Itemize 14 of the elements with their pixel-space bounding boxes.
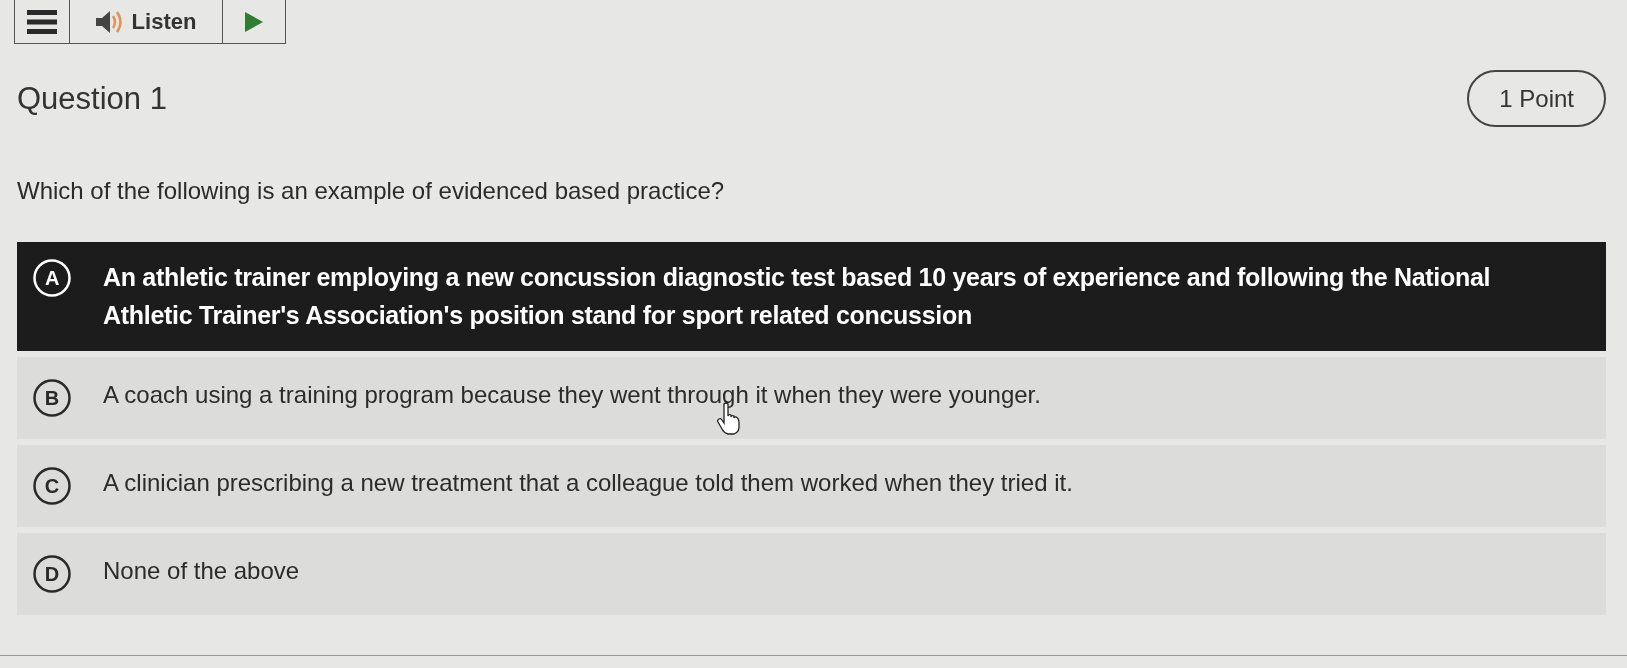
option-letter: B: [33, 379, 71, 418]
option-letter: C: [33, 467, 71, 506]
answer-option[interactable]: D None of the above: [17, 533, 1606, 616]
menu-icon: [27, 9, 57, 34]
question-title: Question 1: [17, 80, 167, 118]
speaker-icon: [95, 9, 124, 34]
option-letter: A: [33, 259, 71, 298]
option-letter: D: [33, 555, 71, 594]
points-indicator: 1 Point: [1467, 70, 1606, 128]
play-icon: [245, 11, 263, 32]
answer-option[interactable]: C A clinician prescribing a new treatment that a colleague told them worked when they tried it.: [17, 445, 1606, 528]
answer-option[interactable]: A An athletic trainer employing a new concussion diagnostic test based 10 years of experience and following the National Athletic Trainer's Association's position stand for sport related concussion: [17, 242, 1606, 352]
answer-option[interactable]: B A coach using a training program because they went through it when they were younger.: [17, 357, 1606, 440]
question-prompt: Which of the following is an example of evidenced based practice?: [17, 176, 726, 207]
